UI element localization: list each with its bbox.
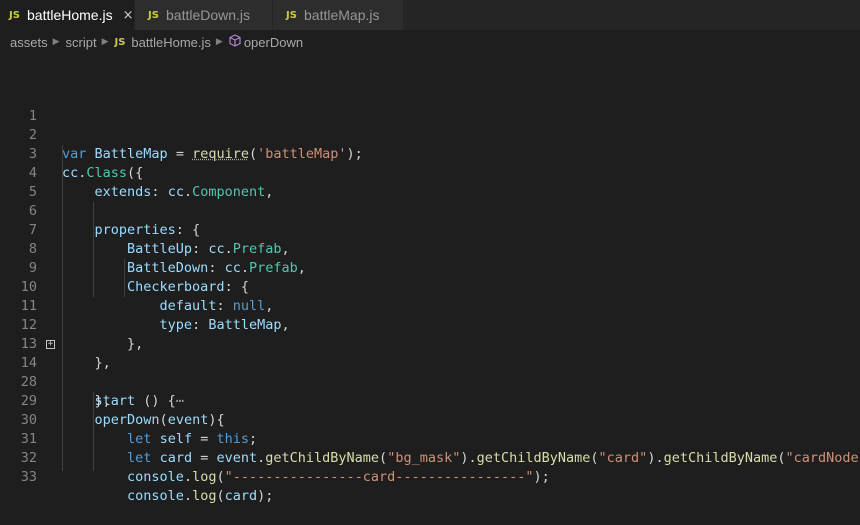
js-file-icon: JS xyxy=(114,36,126,48)
tab-bar: JS battleHome.js × JS battleDown.js JS b… xyxy=(0,0,860,30)
breadcrumb-folder-assets[interactable]: assets xyxy=(10,35,48,50)
token-variable: console xyxy=(127,488,184,504)
token-punct: ); xyxy=(533,469,550,485)
token-function: log xyxy=(192,488,217,504)
token-punct: . xyxy=(183,488,193,504)
code-text: console.log(card); xyxy=(62,487,273,506)
code-line: 3 cc.Class({ xyxy=(0,126,860,181)
token-punct: ); xyxy=(257,488,274,504)
code-line: 29 operDown(event){ xyxy=(0,373,860,428)
code-line: 32 console.log("----------------card----… xyxy=(0,430,860,485)
tab-label: battleDown.js xyxy=(166,7,251,23)
token-variable: console xyxy=(127,469,184,485)
token-function: log xyxy=(192,469,217,485)
breadcrumb: assets ▶ script ▶ JS battleHome.js ▶ ope… xyxy=(0,30,860,54)
tab-battlemap[interactable]: JS battleMap.js xyxy=(273,0,404,30)
code-line: 8 BattleDown: cc.Prefab, xyxy=(0,221,860,276)
chevron-right-icon: ▶ xyxy=(101,37,109,47)
js-file-icon: JS xyxy=(9,9,20,21)
tab-label: battleHome.js xyxy=(27,7,113,23)
code-line: 7 BattleUp: cc.Prefab, xyxy=(0,202,860,257)
code-line: 10 default: null, xyxy=(0,259,860,314)
code-line: 30 let self = this; xyxy=(0,392,860,447)
token-punct: . xyxy=(183,469,193,485)
js-file-icon: JS xyxy=(286,9,297,21)
code-line: 14 + start () {⋯ xyxy=(0,335,860,410)
token-punct: ( xyxy=(216,469,225,485)
tab-label: battleMap.js xyxy=(304,7,380,23)
token-variable: card xyxy=(224,488,258,504)
breadcrumb-symbol[interactable]: operDown xyxy=(244,35,303,50)
token-string: "----------------card----------------" xyxy=(224,469,534,485)
chevron-right-icon: ▶ xyxy=(215,37,223,47)
code-line: 13 }, xyxy=(0,316,860,371)
code-line: 12 }, xyxy=(0,297,860,352)
code-line: 6 properties: { xyxy=(0,183,860,238)
code-line: 28 }, xyxy=(0,354,860,409)
chevron-right-icon: ▶ xyxy=(52,37,60,47)
close-icon[interactable]: × xyxy=(123,8,134,23)
code-line: 31 let card = event.getChildByName("bg_m… xyxy=(0,411,860,466)
tab-battledown[interactable]: JS battleDown.js xyxy=(135,0,273,30)
method-cube-icon xyxy=(229,34,241,50)
code-line: 11 type: BattleMap, xyxy=(0,278,860,333)
code-line: 4 extends: cc.Component, xyxy=(0,145,860,200)
breadcrumb-folder-script[interactable]: script xyxy=(66,35,97,50)
tab-battlehome[interactable]: JS battleHome.js × xyxy=(0,0,135,30)
code-line: 2 var BattleMap = require('battleMap'); xyxy=(0,107,860,162)
expand-fold-icon[interactable]: + xyxy=(46,340,55,349)
code-editor[interactable]: 1 2 var BattleMap = require('battleMap')… xyxy=(0,88,860,504)
code-line: 33 console.log(card); xyxy=(0,449,860,504)
code-line: 1 xyxy=(0,88,860,124)
js-file-icon: JS xyxy=(148,9,159,21)
breadcrumb-file[interactable]: battleHome.js xyxy=(131,35,210,50)
code-line: 9 Checkerboard: { xyxy=(0,240,860,295)
token-punct: ( xyxy=(216,488,225,504)
code-line: 5 xyxy=(0,164,860,200)
